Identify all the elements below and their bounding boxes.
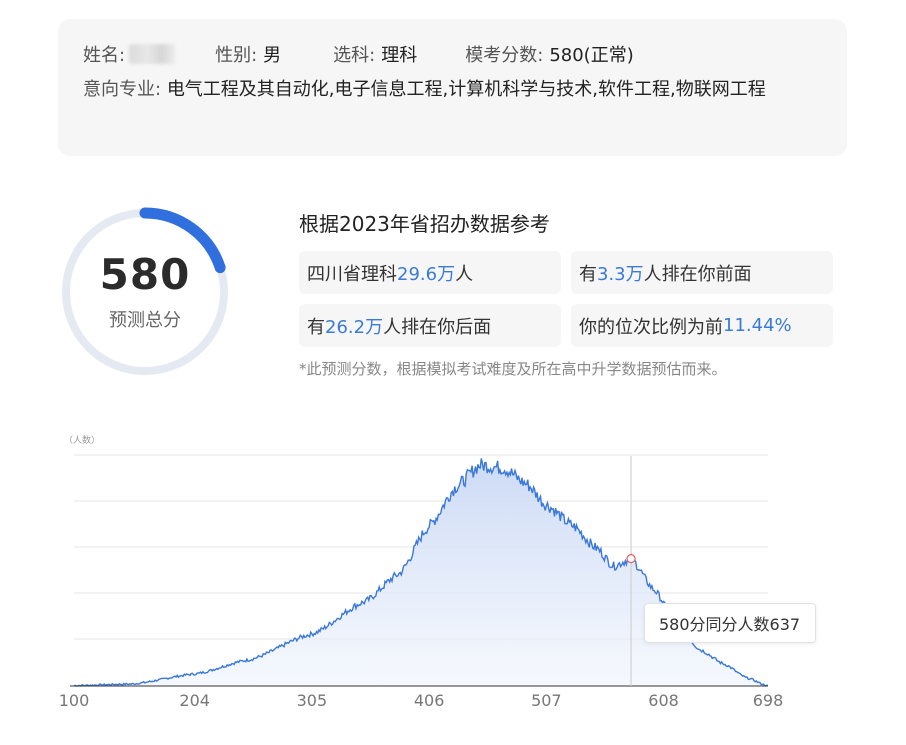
x-tick-label: 406	[414, 691, 445, 710]
stat-ahead-count: 有 3.3万 人排在你前面	[571, 251, 833, 294]
stat-text: 人排在你后面	[383, 316, 492, 338]
stat-total-candidates: 四川省理科 29.6万人	[299, 251, 561, 294]
mock-score-field: 模考分数: 580(正常)	[465, 41, 633, 67]
gender-value: 男	[263, 45, 282, 66]
gender-label: 性别:	[215, 45, 258, 66]
gender-field: 性别: 男	[215, 41, 281, 67]
stat-text: 四川省理科	[307, 263, 397, 285]
stat-behind-count: 有 26.2万 人排在你后面	[299, 304, 561, 347]
name-value-blurred	[129, 44, 176, 64]
stat-text: 有	[307, 316, 325, 338]
x-tick-label: 305	[297, 691, 328, 710]
x-tick-label: 698	[753, 691, 784, 710]
stat-text: 人	[455, 263, 474, 285]
stat-text: 你的位次比例为前	[579, 316, 723, 338]
majors-label: 意向专业:	[83, 79, 162, 100]
highlight-point	[626, 554, 636, 564]
x-tick-label: 204	[179, 691, 210, 710]
x-tick-label: 608	[648, 691, 679, 710]
score-distribution-chart[interactable]: （人数） 100 204 305 406 507 608 698	[0, 420, 906, 745]
subject-label: 选科:	[333, 45, 376, 66]
prediction-note: *此预测分数，根据模拟考试难度及所在高中升学数据预估而来。	[299, 360, 727, 378]
majors-value: 电气工程及其自动化,电子信息工程,计算机科学与技术,软件工程,物联网工程	[166, 79, 766, 100]
stat-number: 29.6万	[397, 263, 456, 285]
chart-tooltip: 580分同分人数637	[644, 603, 816, 643]
stat-text: 有	[579, 263, 597, 285]
stat-number: 3.3万	[597, 263, 644, 285]
subject-field: 选科: 理科	[333, 41, 417, 67]
name-label: 姓名:	[83, 45, 126, 66]
student-info-card: 姓名: 性别: 男 选科: 理科 模考分数: 580(正常) 意向专业: 电气工…	[58, 19, 847, 156]
reference-title: 根据2023年省招办数据参考	[299, 212, 550, 236]
y-axis-label: （人数）	[64, 434, 100, 446]
distribution-area	[74, 458, 768, 686]
x-tick-label: 100	[59, 691, 90, 710]
name-field: 姓名:	[83, 41, 176, 67]
mock-score-label: 模考分数:	[465, 45, 544, 66]
mock-score-value: 580(正常)	[549, 45, 634, 66]
predicted-score: 580	[99, 250, 191, 299]
predicted-score-ring: 580 预测总分	[59, 206, 231, 378]
x-axis-ticks: 100 204 305 406 507 608 698	[59, 691, 784, 710]
x-tick-label: 507	[531, 691, 562, 710]
intended-majors: 意向专业: 电气工程及其自动化,电子信息工程,计算机科学与技术,软件工程,物联网…	[83, 77, 813, 102]
subject-value: 理科	[381, 45, 418, 66]
stat-number: 26.2万	[325, 316, 384, 338]
stat-number: 11.44%	[723, 315, 792, 336]
stat-text: 人排在你前面	[643, 263, 752, 285]
student-basic-info: 姓名: 性别: 男 选科: 理科 模考分数: 580(正常)	[83, 41, 822, 67]
stat-rank-percentile: 你的位次比例为前 11.44%	[571, 304, 833, 347]
predicted-score-label: 预测总分	[109, 310, 181, 331]
